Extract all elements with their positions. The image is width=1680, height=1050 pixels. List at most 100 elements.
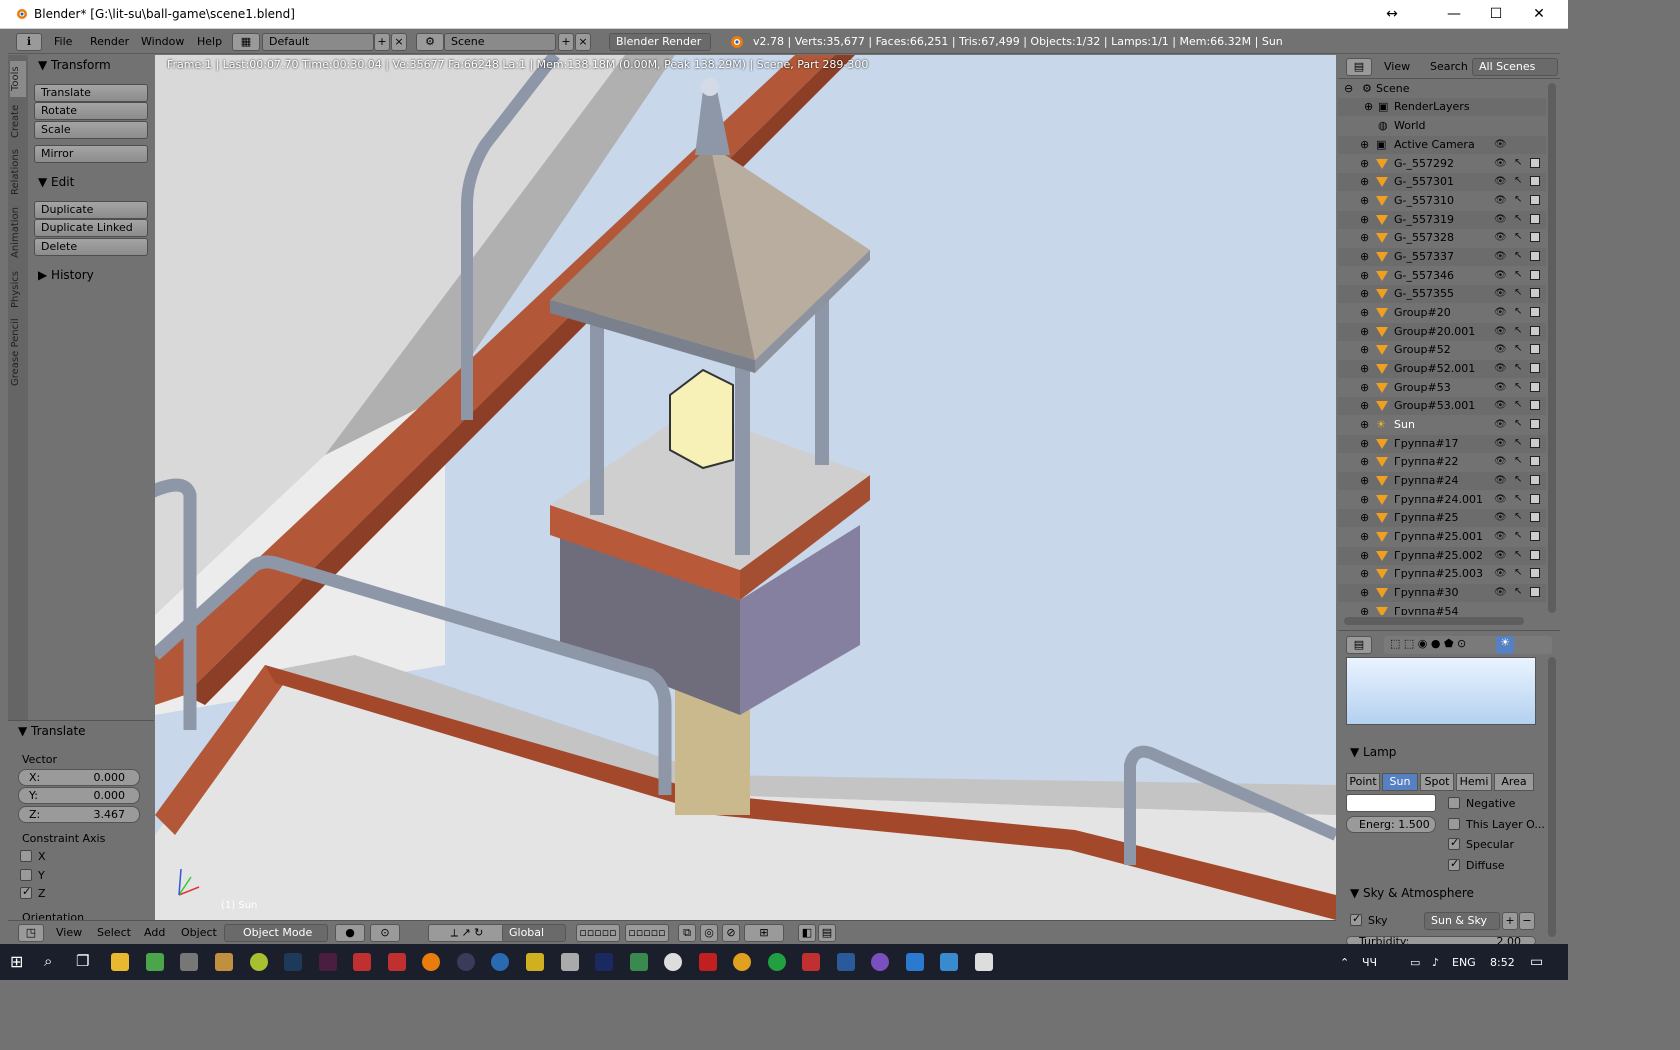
- outliner-item[interactable]: ⊕ Группа#25 👁 ↖: [1338, 509, 1546, 527]
- mode-dropdown[interactable]: Object Mode: [224, 924, 328, 942]
- translate-button[interactable]: Translate: [34, 84, 148, 102]
- app-icon[interactable]: [768, 953, 786, 971]
- outliner-search-menu[interactable]: Search: [1430, 60, 1468, 73]
- screen-layout-icon[interactable]: ▦: [232, 33, 260, 51]
- outliner-display-dropdown[interactable]: All Scenes: [1472, 58, 1558, 76]
- outliner-item[interactable]: ⊕ Группа#25.001 👁 ↖: [1338, 528, 1546, 546]
- app-icon[interactable]: [630, 953, 648, 971]
- proportional-edit-icon[interactable]: ◎: [700, 924, 718, 942]
- viber-icon[interactable]: [871, 953, 889, 971]
- app-icon[interactable]: [491, 953, 509, 971]
- scale-button[interactable]: Scale: [34, 121, 148, 139]
- sky-panel-header[interactable]: ▼ Sky & Atmosphere: [1350, 886, 1474, 900]
- this-layer-checkbox[interactable]: [1448, 818, 1460, 830]
- add-sky-icon[interactable]: +: [1502, 912, 1518, 930]
- blender-taskbar-icon[interactable]: [422, 953, 440, 971]
- outliner-item[interactable]: ⊕ G-_557355 👁 ↖: [1338, 285, 1546, 303]
- outliner-item[interactable]: ⊕ Группа#24 👁 ↖: [1338, 472, 1546, 490]
- sky-checkbox[interactable]: [1350, 912, 1362, 926]
- app-icon[interactable]: [180, 953, 198, 971]
- lamp-type-hemi[interactable]: Hemi: [1456, 773, 1492, 791]
- mirror-button[interactable]: Mirror: [34, 145, 148, 163]
- 7zip-icon[interactable]: [975, 953, 993, 971]
- outliner-item[interactable]: ⊕ Group#52.001 👁 ↖: [1338, 360, 1546, 378]
- menu-render[interactable]: Render: [90, 35, 129, 48]
- outliner-item[interactable]: ⊕ Group#20.001 👁 ↖: [1338, 323, 1546, 341]
- outliner-item[interactable]: ⊕ Group#53 👁 ↖: [1338, 379, 1546, 397]
- outliner-item[interactable]: ⊕ G-_557310 👁 ↖: [1338, 192, 1546, 210]
- operator-header[interactable]: ▼ Translate: [18, 724, 86, 738]
- lock-layers-icon[interactable]: ⧉: [678, 924, 696, 942]
- outliner-item[interactable]: ⊕ ☀ Sun 👁 ↖: [1338, 416, 1546, 434]
- layers-grid-b[interactable]: ▫▫▫▫▫: [625, 924, 669, 942]
- duplicate-button[interactable]: Duplicate: [34, 201, 148, 219]
- tab-animation[interactable]: Animation: [10, 203, 26, 263]
- sky-mode-dropdown[interactable]: Sun & Sky ...: [1424, 912, 1500, 943]
- menu-object[interactable]: Object: [181, 926, 217, 939]
- resize-icon[interactable]: ↔: [1370, 0, 1414, 29]
- file-explorer-icon[interactable]: [111, 953, 129, 971]
- app-icon[interactable]: [595, 953, 613, 971]
- lamp-data-tab-icon[interactable]: ☀: [1496, 636, 1514, 654]
- delete-button[interactable]: Delete: [34, 238, 148, 256]
- tab-tools[interactable]: Tools: [10, 61, 26, 97]
- rotate-button[interactable]: Rotate: [34, 102, 148, 120]
- app-icon[interactable]: [837, 953, 855, 971]
- lamp-panel-header[interactable]: ▼ Lamp: [1350, 745, 1396, 759]
- properties-context-tabs[interactable]: ⬚ ⬚ ◉ ● ⬟ ⊙ ☀: [1384, 636, 1552, 654]
- menu-view[interactable]: View: [56, 926, 82, 939]
- vector-y-field[interactable]: Y: 0.000: [18, 787, 140, 804]
- outliner-item[interactable]: ⊕ ▣ RenderLayers: [1338, 98, 1546, 116]
- remove-layout-icon[interactable]: ×: [391, 33, 407, 51]
- app-icon[interactable]: [146, 953, 164, 971]
- tab-physics[interactable]: Physics: [10, 267, 26, 313]
- remove-scene-icon[interactable]: ×: [575, 33, 591, 51]
- outliner-item[interactable]: ⊕ Group#52 👁 ↖: [1338, 341, 1546, 359]
- properties-scrollbar[interactable]: [1548, 657, 1556, 937]
- outliner-item[interactable]: ⊕ Группа#30 👁 ↖: [1338, 584, 1546, 602]
- pivot-point-icon[interactable]: ⊙: [370, 924, 400, 942]
- minimize-button[interactable]: —: [1432, 0, 1476, 29]
- maximize-button[interactable]: ☐: [1474, 0, 1518, 29]
- render-still-icon[interactable]: ◧: [798, 924, 816, 942]
- app-icon[interactable]: [353, 953, 371, 971]
- remove-sky-icon[interactable]: −: [1519, 912, 1535, 930]
- vector-x-field[interactable]: X: 0.000: [18, 769, 140, 786]
- outliner-item[interactable]: ⊕ Группа#17 👁 ↖: [1338, 435, 1546, 453]
- menu-select[interactable]: Select: [97, 926, 131, 939]
- outliner-hscrollbar[interactable]: [1344, 617, 1524, 625]
- properties-editor-icon[interactable]: ▤: [1346, 636, 1372, 654]
- negative-checkbox[interactable]: [1448, 797, 1460, 809]
- teamviewer-icon[interactable]: [906, 953, 924, 971]
- scene-field[interactable]: Scene: [444, 33, 556, 51]
- outliner-item[interactable]: ⊕ G-_557301 👁 ↖: [1338, 173, 1546, 191]
- editor-type-icon[interactable]: ◳: [18, 924, 44, 942]
- outliner-view-menu[interactable]: View: [1384, 60, 1410, 73]
- app-icon[interactable]: [250, 953, 268, 971]
- mail-icon[interactable]: [802, 953, 820, 971]
- menu-add[interactable]: Add: [144, 926, 165, 939]
- filezilla-icon[interactable]: [699, 953, 717, 971]
- lamp-type-area[interactable]: Area: [1494, 773, 1534, 791]
- menu-file[interactable]: File: [54, 35, 72, 48]
- lamp-type-point[interactable]: Point: [1346, 773, 1380, 791]
- outliner-item[interactable]: ⊕ G-_557328 👁 ↖: [1338, 229, 1546, 247]
- outliner-item[interactable]: ⊕ Группа#25.003 👁 ↖: [1338, 565, 1546, 583]
- manipulator-icons[interactable]: ⟂ ↗ ↻: [428, 924, 506, 942]
- app-icon[interactable]: [215, 953, 233, 971]
- outliner-item[interactable]: ⊕ Группа#25.002 👁 ↖: [1338, 547, 1546, 565]
- tab-grease-pencil[interactable]: Grease Pencil: [10, 317, 26, 387]
- outliner-scrollbar[interactable]: [1548, 83, 1556, 613]
- outliner-item[interactable]: ⊕ Group#20 👁 ↖: [1338, 304, 1546, 322]
- menu-window[interactable]: Window: [141, 35, 184, 48]
- outliner-item[interactable]: ⊕ G-_557337 👁 ↖: [1338, 248, 1546, 266]
- snap-icon[interactable]: ⊘: [722, 924, 740, 942]
- snap-element-icon[interactable]: ⊞: [744, 924, 784, 942]
- tab-create[interactable]: Create: [10, 101, 26, 141]
- constraint-y-checkbox[interactable]: [20, 869, 32, 881]
- language-indicator[interactable]: ENG: [1452, 956, 1476, 969]
- lamp-type-sun[interactable]: Sun: [1382, 773, 1418, 791]
- viewport-shading-icon[interactable]: ●: [335, 924, 365, 942]
- layout-field[interactable]: Default: [262, 33, 374, 51]
- render-engine-dropdown[interactable]: Blender Render: [609, 33, 711, 51]
